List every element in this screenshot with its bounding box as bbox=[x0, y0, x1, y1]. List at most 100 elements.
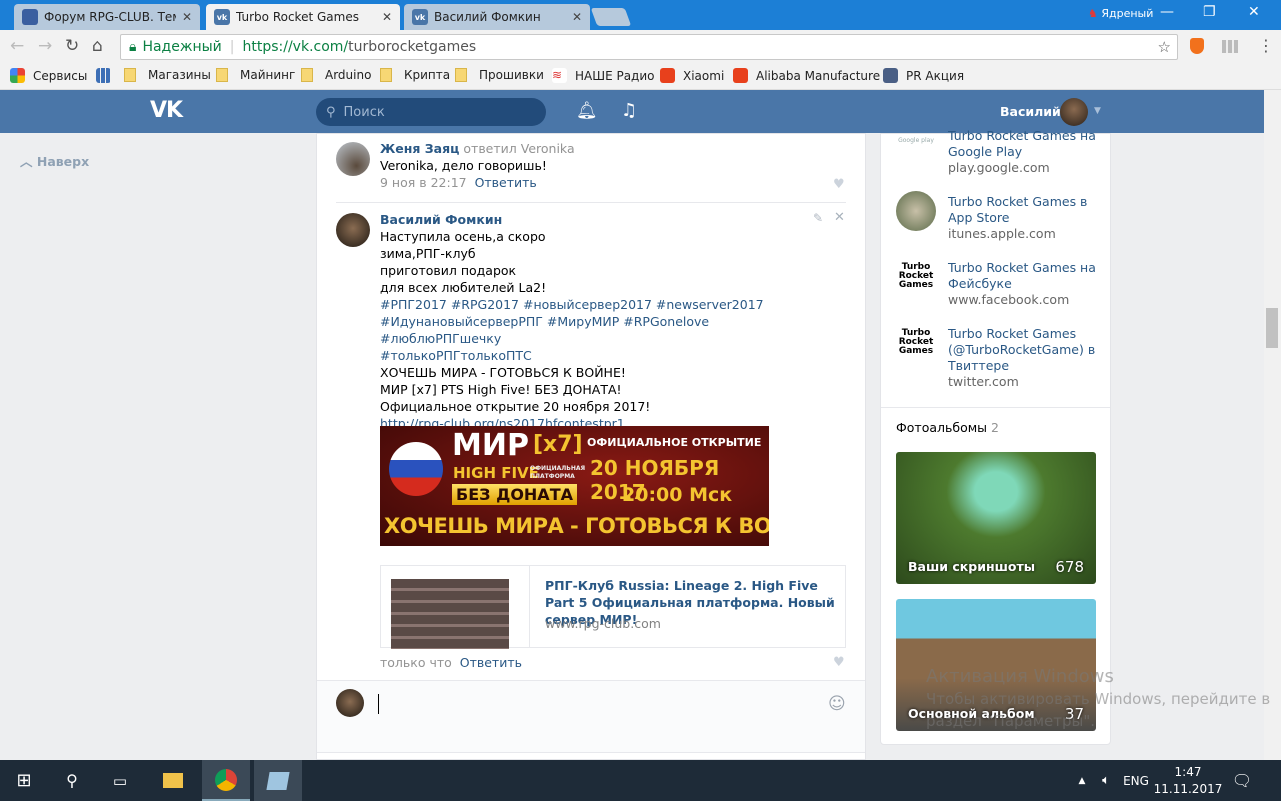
close-tab-icon[interactable]: ✕ bbox=[382, 10, 392, 24]
search-input[interactable]: ⚲ Поиск bbox=[316, 98, 546, 126]
globe-dove-logo bbox=[389, 442, 443, 496]
search-icon[interactable]: ⚲ bbox=[50, 760, 94, 801]
link-snippet[interactable]: РПГ-Клуб Russia: Lineage 2. High Five Pa… bbox=[380, 565, 846, 649]
google-play-logo: Google play bbox=[898, 137, 934, 144]
emoji-icon[interactable]: ☺ bbox=[828, 694, 846, 714]
back-to-top-link[interactable]: ︿ Наверх bbox=[20, 151, 89, 170]
comment-author[interactable]: Женя Заяц bbox=[380, 141, 459, 156]
vk-favicon-icon: vk bbox=[214, 9, 230, 25]
folder-icon bbox=[124, 68, 136, 82]
notifications-icon[interactable]: 🗨︎ bbox=[1228, 760, 1256, 801]
tab-turbo-rocket-games[interactable]: vk Turbo Rocket Games ✕ bbox=[206, 4, 400, 30]
divider bbox=[336, 202, 846, 203]
volume-icon[interactable]: 🔈︎ bbox=[1096, 760, 1116, 801]
bookmark-folder[interactable]: Прошивки bbox=[455, 68, 544, 82]
forward-button[interactable]: → bbox=[38, 36, 52, 56]
home-button[interactable]: ⌂ bbox=[92, 36, 103, 56]
chrome-taskbar-button[interactable] bbox=[202, 760, 250, 801]
scrollbar[interactable] bbox=[1264, 90, 1281, 760]
profile-button[interactable]: ♞ Ядреный bbox=[1088, 7, 1153, 20]
comment: Женя Заяц ответил Veronika Veronika, дел… bbox=[380, 141, 575, 190]
hashtags[interactable]: #ИдунановыйсерверРПГ #МируМИР #RPGonelov… bbox=[380, 313, 820, 347]
link-google-play[interactable]: Turbo Rocket Games на Google Play play.go… bbox=[948, 128, 1098, 178]
promo-banner-image[interactable]: МИР [x7] HIGH FIVE ОФИЦИАЛЬНАЯ ПЛАТФОРМА… bbox=[380, 426, 769, 546]
clock[interactable]: 1:47 11.11.2017 bbox=[1154, 760, 1223, 801]
bell-icon[interactable]: 🔔︎ bbox=[576, 101, 598, 121]
close-tab-icon[interactable]: ✕ bbox=[572, 10, 582, 24]
snippet-domain: www.rpg-club.com bbox=[545, 616, 661, 631]
extension-shield-icon[interactable] bbox=[1190, 38, 1204, 54]
menu-icon[interactable]: ⋮ bbox=[1258, 36, 1274, 55]
comment-text: Veronika, дело говоришь! bbox=[380, 158, 547, 173]
task-view-icon[interactable]: ▭ bbox=[98, 760, 142, 801]
comment-author[interactable]: Василий Фомкин bbox=[380, 211, 820, 228]
radio-icon: ≋ bbox=[552, 68, 567, 83]
minimize-button[interactable]: — bbox=[1160, 4, 1174, 20]
my-avatar bbox=[336, 689, 364, 717]
author-avatar[interactable] bbox=[336, 213, 370, 247]
reply-link[interactable]: Ответить bbox=[475, 175, 537, 190]
aliexpress-icon bbox=[733, 68, 748, 83]
bookmark-folder[interactable]: Arduino bbox=[301, 68, 371, 82]
reload-button[interactable]: ↻ bbox=[65, 36, 79, 56]
new-tab-button[interactable] bbox=[590, 8, 632, 26]
bookmark-xiaomi[interactable]: Xiaomi bbox=[660, 68, 724, 83]
hashtags[interactable]: #толькоРПГтолькоПТС bbox=[380, 347, 820, 364]
hashtags[interactable]: #РПГ2017 #RPG2017 #новыйсервер2017 #news… bbox=[380, 296, 820, 313]
comment: Василий Фомкин Наступила осень,а скоро з… bbox=[380, 211, 820, 432]
like-heart-icon[interactable]: ♥ bbox=[833, 655, 845, 670]
bookmark-services[interactable]: Сервисы bbox=[10, 68, 87, 83]
bookmark-pr[interactable]: PR Акция bbox=[883, 68, 964, 83]
close-window-button[interactable]: ✕ bbox=[1248, 4, 1260, 20]
extension-grid-icon[interactable] bbox=[1222, 40, 1238, 53]
vk-header bbox=[0, 90, 1281, 133]
commenter-avatar[interactable] bbox=[336, 142, 370, 176]
reply-link[interactable]: Ответить bbox=[460, 655, 522, 670]
language-indicator[interactable]: ENG bbox=[1120, 760, 1152, 801]
link-facebook[interactable]: Turbo Rocket Games на Фейсбуке www.facebo… bbox=[948, 260, 1098, 308]
album-main[interactable]: Основной альбом 37 bbox=[896, 599, 1096, 731]
scrollbar-thumb[interactable] bbox=[1266, 308, 1278, 348]
start-button[interactable]: ⊞ bbox=[0, 760, 48, 801]
bookmark-alibaba[interactable]: Alibaba Manufacture bbox=[733, 68, 880, 83]
forum-favicon-icon bbox=[22, 9, 38, 25]
user-name[interactable]: Василий bbox=[1000, 104, 1061, 119]
like-heart-icon[interactable]: ♥ bbox=[833, 177, 845, 192]
reply-form bbox=[317, 680, 865, 753]
maximize-button[interactable]: ❐ bbox=[1203, 4, 1216, 20]
snippet-thumbnail bbox=[391, 579, 509, 649]
bookmark-grid[interactable] bbox=[96, 68, 119, 83]
user-avatar[interactable] bbox=[1060, 98, 1088, 126]
bookmark-nashe-radio[interactable]: ≋ НАШЕ Радио bbox=[552, 68, 655, 83]
tray-expand-icon[interactable]: ▲ bbox=[1074, 760, 1090, 801]
link-twitter[interactable]: Turbo Rocket Games (@TurboRocketGame) в … bbox=[948, 326, 1098, 390]
file-explorer-icon[interactable] bbox=[150, 760, 196, 801]
bookmark-folder[interactable]: Майнинг bbox=[216, 68, 295, 82]
chevron-down-icon[interactable]: ▼ bbox=[1094, 106, 1101, 116]
reply-input[interactable] bbox=[378, 694, 818, 714]
folder-icon bbox=[301, 68, 313, 82]
search-icon: ⚲ bbox=[326, 104, 336, 120]
address-bar[interactable]: 🔒︎ Надежный | https://vk.com/turborocket… bbox=[120, 34, 1178, 60]
delete-icon[interactable]: ✕ bbox=[834, 210, 845, 225]
folder-icon bbox=[380, 68, 392, 82]
close-tab-icon[interactable]: ✕ bbox=[182, 10, 192, 24]
album-screenshots[interactable]: Ваши скриншоты 678 bbox=[896, 452, 1096, 584]
tab-forum[interactable]: Форум RPG-CLUB. Тема ✕ bbox=[14, 4, 200, 30]
app-taskbar-button[interactable] bbox=[254, 760, 302, 801]
music-icon[interactable]: ♫ bbox=[621, 100, 637, 121]
back-button[interactable]: ← bbox=[10, 36, 24, 56]
apps-icon bbox=[10, 68, 25, 83]
vk-favicon-icon: vk bbox=[412, 9, 428, 25]
bookmark-star-icon[interactable]: ☆ bbox=[1158, 38, 1171, 56]
folder-icon bbox=[455, 68, 467, 82]
bookmark-folder[interactable]: Крипта bbox=[380, 68, 450, 82]
vk-logo[interactable]: VK bbox=[150, 98, 183, 123]
chevron-up-icon: ︿ bbox=[20, 154, 37, 169]
bookmark-folder[interactable]: Магазины bbox=[124, 68, 211, 82]
link-app-store[interactable]: Turbo Rocket Games в App Store itunes.app… bbox=[948, 194, 1098, 242]
turbo-rocket-logo: Turbo Rocket Games bbox=[898, 262, 934, 290]
aliexpress-icon bbox=[660, 68, 675, 83]
albums-heading[interactable]: Фотоальбомы 2 bbox=[896, 420, 999, 435]
tab-vasiliy-fomkin[interactable]: vk Василий Фомкин ✕ bbox=[404, 4, 590, 30]
